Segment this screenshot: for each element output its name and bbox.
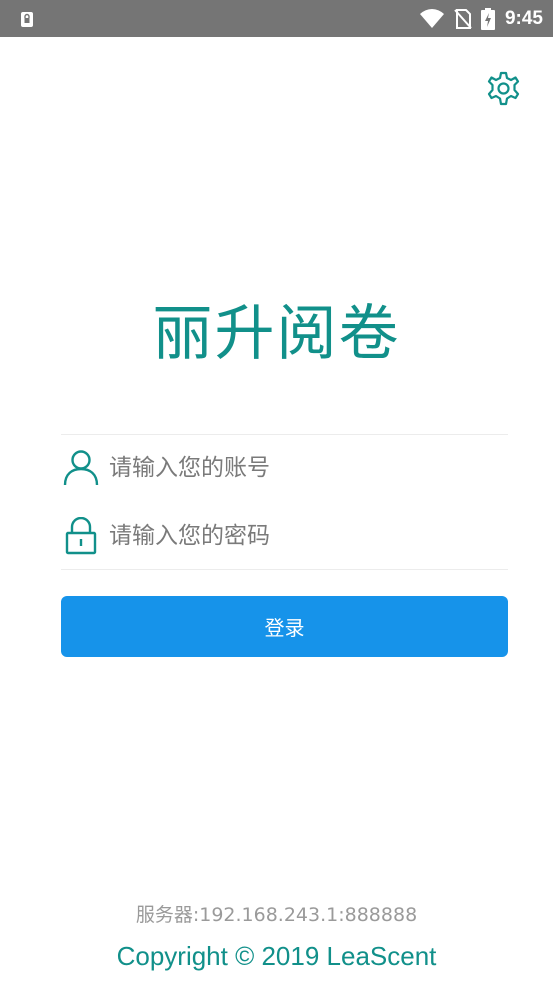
status-bar: 9:45 [0,0,553,37]
status-time: 9:45 [504,7,543,29]
lock-icon [61,516,101,556]
wifi-icon [419,8,445,29]
copyright: Copyright © 2019 LeaScent [116,941,437,971]
account-input[interactable] [109,448,508,488]
status-icons: 9:45 [419,0,543,37]
form-bottom-divider [61,569,508,570]
server-address: 服务器:192.168.243.1:888888 [135,904,418,926]
login-button[interactable]: 登录 [61,596,508,657]
settings-button[interactable] [485,70,522,107]
lock-notification-icon [18,10,36,28]
form-top-divider [61,434,508,435]
password-field-row [61,504,508,568]
app-title: 丽升阅卷 [152,299,401,369]
no-sim-icon [453,8,473,30]
user-icon [61,448,101,488]
account-field-row [61,436,508,500]
login-screen: 9:45 丽升阅卷 请输入您的账号 登录 服务器:192.168.243.1:8… [0,0,553,983]
gear-icon[interactable] [485,70,522,107]
battery-charging-icon [480,7,495,30]
password-input[interactable] [109,516,508,556]
